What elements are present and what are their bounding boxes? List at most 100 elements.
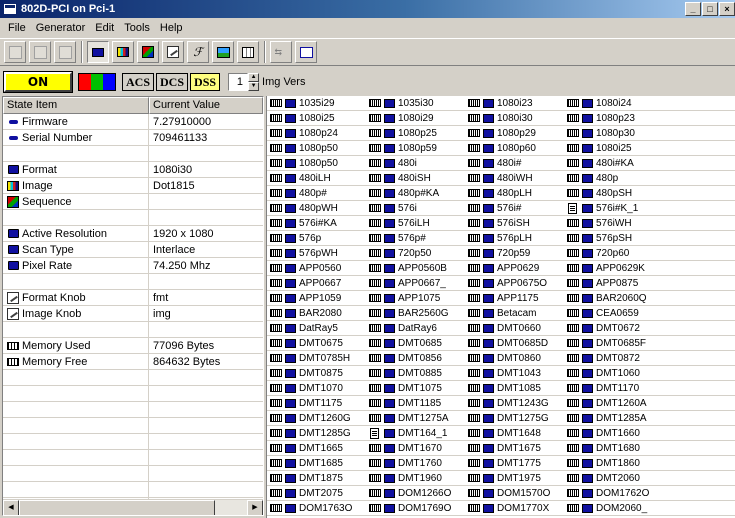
- format-item[interactable]: APP0667: [267, 276, 366, 290]
- format-item[interactable]: DMT0875: [267, 366, 366, 380]
- format-item[interactable]: DMT1085: [465, 381, 564, 395]
- table-row[interactable]: Sequence: [3, 194, 263, 210]
- format-item[interactable]: 576iLH: [366, 216, 465, 230]
- format-item[interactable]: 1035i30: [366, 96, 465, 110]
- format-item[interactable]: DMT1670: [366, 441, 465, 455]
- format-item[interactable]: 1080i25: [564, 141, 714, 155]
- format-item[interactable]: DMT1760: [366, 456, 465, 470]
- format-item[interactable]: 720p59: [465, 246, 564, 260]
- table-row[interactable]: Image Dot1815: [3, 178, 263, 194]
- format-item[interactable]: DMT0685D: [465, 336, 564, 350]
- format-item[interactable]: DMT0685F: [564, 336, 714, 350]
- format-item[interactable]: DMT0860: [465, 351, 564, 365]
- options-button[interactable]: [4, 41, 26, 63]
- arrows-button[interactable]: ⇆: [270, 41, 292, 63]
- column-header-current-value[interactable]: Current Value: [149, 97, 263, 114]
- format-item[interactable]: DMT1275G: [465, 411, 564, 425]
- img-version-value[interactable]: 1: [228, 73, 249, 91]
- format-item[interactable]: 1080i23: [465, 96, 564, 110]
- format-item[interactable]: BAR2060Q: [564, 291, 714, 305]
- format-item[interactable]: DMT1075: [366, 381, 465, 395]
- picture-button[interactable]: [212, 41, 234, 63]
- close-button[interactable]: ×: [719, 2, 735, 16]
- format-item[interactable]: DMT0885: [366, 366, 465, 380]
- table-row[interactable]: Firmware 7.27910000: [3, 114, 263, 130]
- format-item[interactable]: DMT0685: [366, 336, 465, 350]
- format-button[interactable]: [87, 41, 109, 63]
- menu-tools[interactable]: Tools: [119, 22, 155, 34]
- table-row[interactable]: [3, 418, 263, 434]
- format-item[interactable]: DMT0675: [267, 336, 366, 350]
- format-item[interactable]: 1080p24: [267, 126, 366, 140]
- table-row[interactable]: [3, 482, 263, 498]
- format-item[interactable]: DMT1185: [366, 396, 465, 410]
- format-item[interactable]: APP0629: [465, 261, 564, 275]
- format-item[interactable]: 576i#K_1: [564, 201, 714, 215]
- format-item[interactable]: DMT1660: [564, 426, 714, 440]
- table-row[interactable]: [3, 210, 263, 226]
- format-item[interactable]: 1080i25: [267, 111, 366, 125]
- format-item[interactable]: 480p: [564, 171, 714, 185]
- format-item[interactable]: APP1175: [465, 291, 564, 305]
- spin-up-button[interactable]: ▲: [248, 73, 260, 82]
- table-row[interactable]: [3, 466, 263, 482]
- format-item[interactable]: 480i: [366, 156, 465, 170]
- format-item[interactable]: 480i#: [465, 156, 564, 170]
- format-item[interactable]: 480iWH: [465, 171, 564, 185]
- format-item[interactable]: DOM1769O: [366, 501, 465, 515]
- format-item[interactable]: DMT1875: [267, 471, 366, 485]
- horizontal-scrollbar[interactable]: ◀ ▶: [3, 499, 263, 515]
- menu-edit[interactable]: Edit: [90, 22, 119, 34]
- format-item[interactable]: 1080p60: [465, 141, 564, 155]
- table-row[interactable]: Memory Used 77096 Bytes: [3, 338, 263, 354]
- format-item[interactable]: 576pLH: [465, 231, 564, 245]
- hand-button[interactable]: [54, 41, 76, 63]
- format-item[interactable]: DMT1260A: [564, 396, 714, 410]
- format-item[interactable]: 1080p59: [366, 141, 465, 155]
- format-item[interactable]: 576iSH: [465, 216, 564, 230]
- format-item[interactable]: DOM1762O: [564, 486, 714, 500]
- format-item[interactable]: DMT1243G: [465, 396, 564, 410]
- format-item[interactable]: APP0675O: [465, 276, 564, 290]
- format-item[interactable]: 1035i29: [267, 96, 366, 110]
- format-item[interactable]: DOM1770X: [465, 501, 564, 515]
- format-item[interactable]: 576i#KA: [267, 216, 366, 230]
- format-item[interactable]: Betacam: [465, 306, 564, 320]
- output-on-button[interactable]: ON: [3, 71, 73, 93]
- table-row[interactable]: [3, 322, 263, 338]
- menu-generator[interactable]: Generator: [31, 22, 91, 34]
- format-item[interactable]: APP0667_: [366, 276, 465, 290]
- format-item[interactable]: APP1059: [267, 291, 366, 305]
- format-item[interactable]: 1080p30: [564, 126, 714, 140]
- function-button[interactable]: ℱ: [187, 41, 209, 63]
- table-row[interactable]: [3, 146, 263, 162]
- table-row[interactable]: Scan Type Interlace: [3, 242, 263, 258]
- table-row[interactable]: [3, 450, 263, 466]
- menu-file[interactable]: File: [3, 22, 31, 34]
- format-item[interactable]: DMT1175: [267, 396, 366, 410]
- format-item[interactable]: APP0629K: [564, 261, 714, 275]
- format-item[interactable]: DOM1763O: [267, 501, 366, 515]
- format-item[interactable]: APP1075: [366, 291, 465, 305]
- maximize-button[interactable]: □: [702, 2, 718, 16]
- format-item[interactable]: DMT1275A: [366, 411, 465, 425]
- format-item[interactable]: 1080p25: [366, 126, 465, 140]
- sequence-button[interactable]: [137, 41, 159, 63]
- format-item[interactable]: 720p60: [564, 246, 714, 260]
- format-item[interactable]: DMT1960: [366, 471, 465, 485]
- format-item[interactable]: DMT0660: [465, 321, 564, 335]
- table-row[interactable]: Memory Free 864632 Bytes: [3, 354, 263, 370]
- format-item[interactable]: 1080p50: [267, 156, 366, 170]
- table-row[interactable]: Format 1080i30: [3, 162, 263, 178]
- table-row[interactable]: Image Knob img: [3, 306, 263, 322]
- menu-help[interactable]: Help: [155, 22, 188, 34]
- format-item[interactable]: 480pSH: [564, 186, 714, 200]
- acs-button[interactable]: ACS: [122, 73, 155, 91]
- table-row[interactable]: [3, 370, 263, 386]
- format-item[interactable]: DMT0785H: [267, 351, 366, 365]
- format-item[interactable]: 1080i30: [465, 111, 564, 125]
- format-item[interactable]: 1080p23: [564, 111, 714, 125]
- table-row[interactable]: Format Knob fmt: [3, 290, 263, 306]
- format-item[interactable]: DMT0856: [366, 351, 465, 365]
- format-item[interactable]: DMT2060: [564, 471, 714, 485]
